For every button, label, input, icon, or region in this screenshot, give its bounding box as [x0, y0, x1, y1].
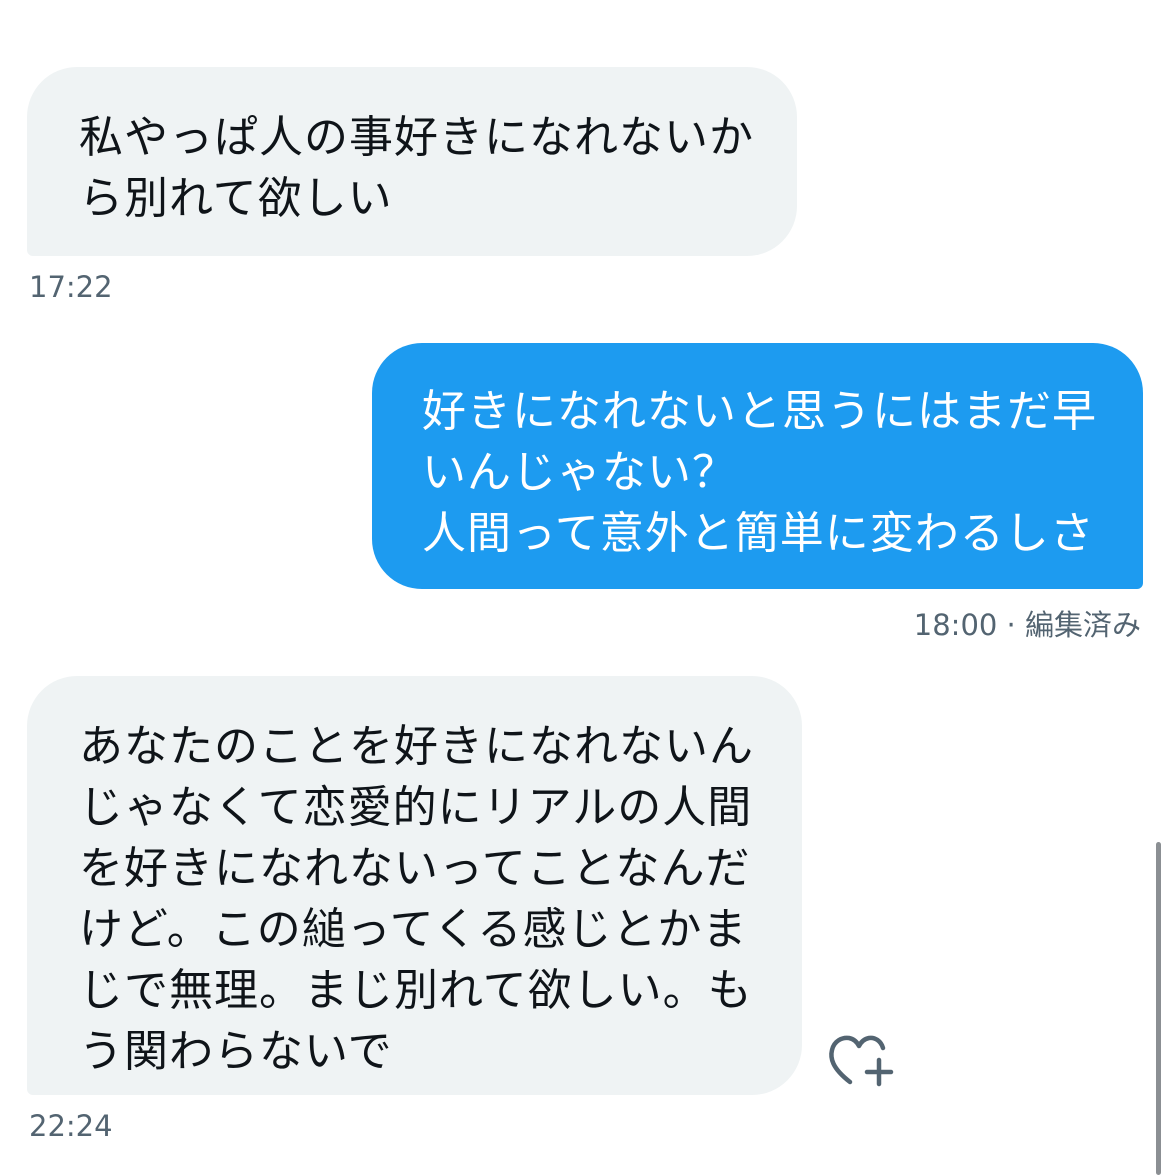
add-reaction-button[interactable] [826, 1030, 896, 1090]
scrollbar[interactable] [1156, 842, 1161, 1175]
heart-plus-icon [829, 1035, 894, 1087]
message-timestamp-edited: 18:00 · 編集済み [913, 608, 1141, 642]
message-timestamp: 22:24 [29, 1109, 113, 1143]
message-bubble-incoming[interactable]: あなたのことを好きになれないん じゃなくて恋愛的にリアルの人間 を好きになれない… [27, 676, 802, 1095]
message-timestamp: 17:22 [29, 270, 113, 304]
message-bubble-outgoing[interactable]: 好きになれないと思うにはまだ早 いんじゃない？ 人間って意外と簡単に変わるしさ [372, 343, 1143, 589]
message-bubble-incoming[interactable]: 私やっぱ人の事好きになれないか ら別れて欲しい [27, 67, 797, 256]
